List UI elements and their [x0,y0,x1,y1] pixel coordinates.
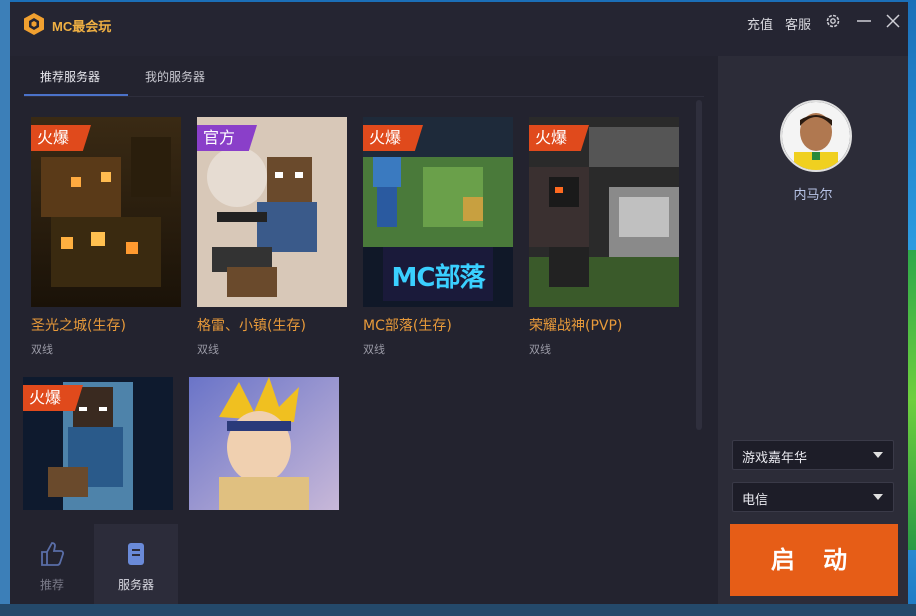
server-card[interactable]: 火爆 荣耀战神(PVP) 双线 [529,117,679,357]
recharge-link[interactable]: 充值 [747,14,773,33]
tab-my-servers[interactable]: 我的服务器 [145,68,205,85]
nav-servers[interactable]: 服务器 [94,524,178,604]
title-bar: MC最会玩 充值 客服 [10,2,908,56]
thumbnail-brand-text: MC部落 [391,263,486,293]
network-select[interactable]: 电信 [732,482,894,512]
server-name: 格雷、小镇(生存) [197,318,306,334]
app-logo-icon [24,13,44,35]
hot-badge: 火爆 [363,125,424,151]
server-thumbnail: 火爆 [31,117,181,307]
launcher-window: MC最会玩 充值 客服 推荐服务器 我的服务器 火爆 圣光之城(生存) 双线 官… [10,2,908,604]
user-panel: 内马尔 游戏嘉年华 电信 启 动 [718,56,908,604]
minimize-icon[interactable] [855,12,873,30]
nav-recommend-label: 推荐 [39,578,64,592]
thumbs-up-icon [41,542,65,566]
bottom-navigation: 推荐 服务器 [10,524,718,604]
server-thumbnail: 火爆 [23,377,173,510]
server-list-panel: 推荐服务器 我的服务器 火爆 圣光之城(生存) 双线 官方 格雷、小镇(生存) … [10,56,718,524]
server-card[interactable]: 官方 格雷、小镇(生存) 双线 [197,117,347,357]
game-mode-select[interactable]: 游戏嘉年华 [732,440,894,470]
nav-recommend[interactable]: 推荐 [10,524,94,604]
username: 内马尔 [793,188,833,203]
server-thumbnail: 官方 [197,117,347,307]
server-thumbnail [189,377,339,510]
server-card[interactable]: MC部落 火爆 MC部落(生存) 双线 [363,117,513,357]
gear-icon[interactable] [824,12,842,30]
chevron-down-icon [873,494,883,500]
server-line-type: 双线 [31,343,53,356]
hot-badge: 火爆 [31,125,92,151]
nav-servers-label: 服务器 [117,578,154,592]
hot-badge: 火爆 [529,125,590,151]
desktop-icons-strip [0,0,10,616]
scrollbar[interactable] [696,100,702,430]
server-card[interactable]: 火爆 圣光之城(生存) 双线 [31,117,181,357]
start-button[interactable]: 启 动 [730,524,898,596]
close-icon[interactable] [884,12,902,30]
tab-divider [24,96,704,97]
server-line-type: 双线 [529,343,551,356]
avatar[interactable] [780,100,852,172]
official-badge: 官方 [197,125,258,151]
app-title: MC最会玩 [52,19,112,34]
game-mode-value: 游戏嘉年华 [742,451,808,466]
server-thumbnail: MC部落 火爆 [363,117,513,307]
server-name: 荣耀战神(PVP) [529,318,623,334]
server-icon [128,543,144,565]
server-name: 圣光之城(生存) [31,318,126,334]
tab-recommended-servers[interactable]: 推荐服务器 [40,68,100,85]
customer-service-link[interactable]: 客服 [785,14,811,33]
server-thumbnail: 火爆 [529,117,679,307]
taskbar-edge [0,604,916,616]
server-line-type: 双线 [197,343,219,356]
chevron-down-icon [873,452,883,458]
server-line-type: 双线 [363,343,385,356]
hot-badge: 火爆 [23,385,84,411]
server-card[interactable]: 火爆 [23,377,173,510]
network-value: 电信 [742,493,769,508]
server-card[interactable] [189,377,339,510]
server-name: MC部落(生存) [363,318,452,334]
